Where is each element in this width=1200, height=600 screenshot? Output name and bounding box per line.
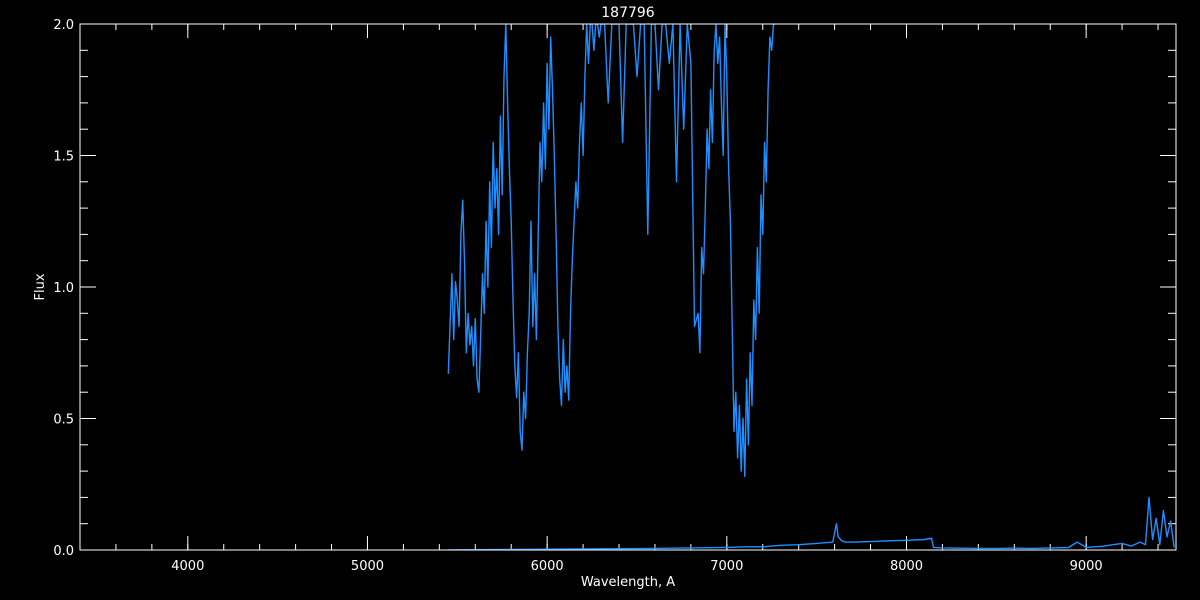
x-axis-label: Wavelength, A (581, 575, 675, 590)
y-tick-label: 1.0 (53, 281, 74, 296)
y-tick-label: 1.5 (53, 150, 74, 165)
y-tick-label: 2.0 (53, 18, 74, 33)
chart-title: 187796 (601, 5, 655, 21)
x-tick-label: 7000 (710, 559, 743, 574)
chart-stage: 4000 5000 6000 7000 8000 9000 0.0 0.5 1.0 1.5 2.0 … (0, 0, 1200, 600)
y-axis-label: Flux (33, 273, 48, 300)
x-tick-label: 8000 (890, 559, 923, 574)
x-tick-label: 6000 (531, 559, 564, 574)
x-tick-label: 9000 (1070, 559, 1103, 574)
x-tick-label: 5000 (351, 559, 384, 574)
spectrum-chart: 4000 5000 6000 7000 8000 90000.00.51.01.52.0 … (0, 0, 1200, 600)
y-tick-label: 0.0 (53, 544, 74, 559)
plot-background (0, 0, 1200, 600)
y-tick-label: 0.5 (53, 413, 74, 428)
x-tick-label: 4000 (171, 559, 204, 574)
